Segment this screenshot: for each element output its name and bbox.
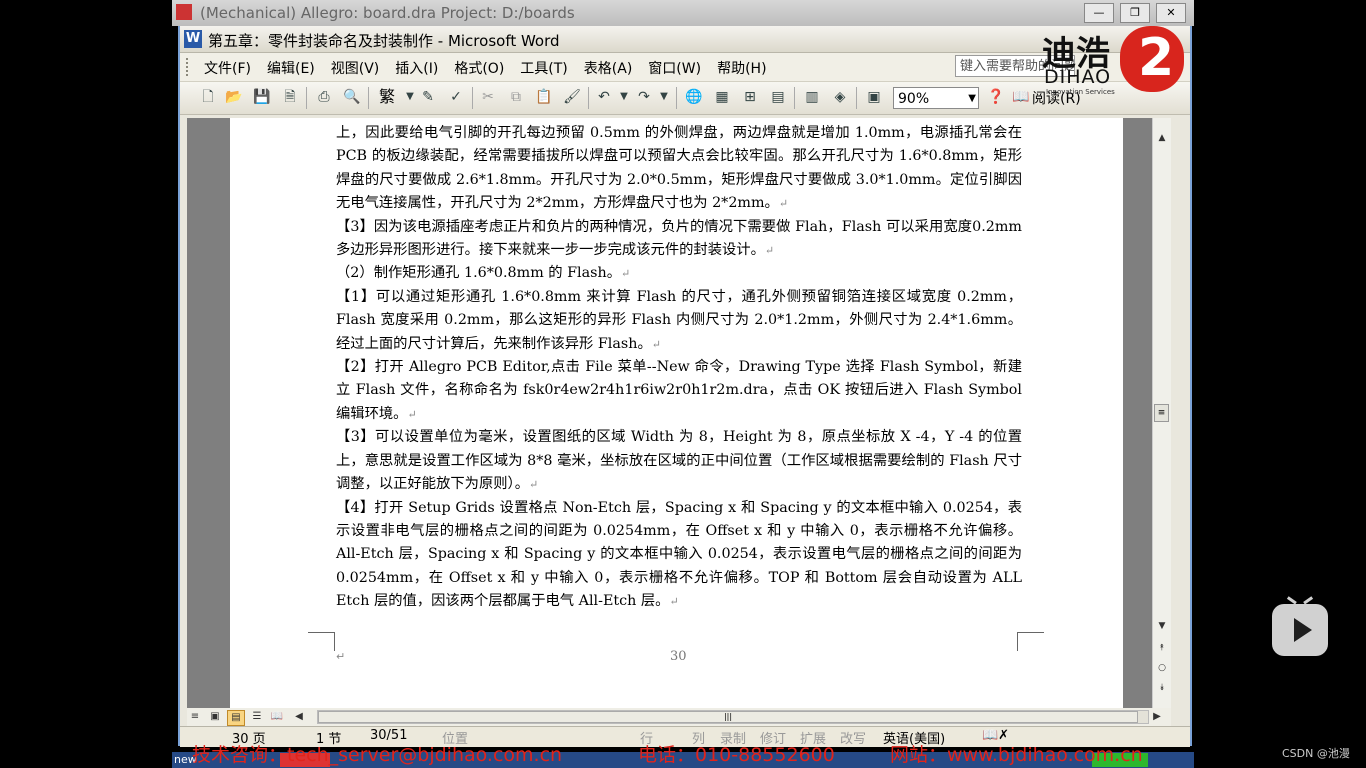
empty-paragraph-mark: ↵ — [336, 650, 346, 663]
scroll-right-icon[interactable]: ▶ — [1149, 710, 1165, 724]
prev-page-icon[interactable]: ⯭ — [1153, 640, 1171, 656]
dihao-logo: 迪浩 DIHAO Innovation Services 2 — [1042, 26, 1184, 116]
paragraph[interactable]: 上，因此要给电气引脚的开孔每边预留 0.5mm 的外侧焊盘，两边焊盘就是增加 1… — [336, 122, 1022, 216]
menu-grip[interactable] — [186, 58, 191, 76]
logo-mark: 2 — [1120, 26, 1184, 92]
drawing-icon[interactable]: ◈ — [830, 87, 850, 107]
document-body[interactable]: 上，因此要给电气引脚的开孔每边预留 0.5mm 的外侧焊盘，两边焊盘就是增加 1… — [336, 122, 1022, 614]
zoom-value: 90% — [898, 91, 930, 107]
menu-view[interactable]: 视图(V) — [323, 58, 388, 78]
preview-icon[interactable]: 🔍 — [342, 87, 362, 107]
horizontal-scroll-track[interactable]: ||| — [317, 710, 1149, 724]
scroll-down-icon[interactable]: ▼ — [1153, 618, 1171, 634]
vertical-scrollbar[interactable]: ▲ ≡ ▼ ⯭ ○ ⯯ — [1152, 118, 1171, 708]
columns-icon[interactable]: ▥ — [802, 87, 822, 107]
contact-email: 技术咨询：tech_server@bjdihao.com.cn — [192, 744, 563, 766]
select-browse-icon[interactable]: ○ — [1153, 660, 1171, 676]
horizontal-scroll-thumb[interactable]: ||| — [318, 711, 1138, 723]
docmap-icon[interactable]: ▣ — [864, 87, 884, 107]
paragraph[interactable]: 【2】打开 Allegro PCB Editor,点击 File 菜单--New… — [336, 356, 1022, 426]
page-number: 30 — [670, 649, 687, 664]
spell-icon[interactable]: ✓ — [446, 87, 466, 107]
insert-table-icon[interactable]: ⊞ — [740, 87, 760, 107]
save-icon[interactable]: 💾 — [252, 87, 272, 107]
video-play-button[interactable] — [1272, 596, 1328, 656]
document-page[interactable]: 上，因此要给电气引脚的开孔每边预留 0.5mm 的外侧焊盘，两边焊盘就是增加 1… — [230, 118, 1123, 708]
web-view-icon[interactable]: ▣ — [207, 710, 223, 724]
close-button[interactable]: ✕ — [1156, 3, 1186, 23]
format-painter-icon[interactable]: 🖌 — [562, 87, 582, 107]
menu-format[interactable]: 格式(O) — [446, 58, 512, 78]
watermark: CSDN @池漫 — [1282, 747, 1350, 760]
paragraph[interactable]: （2）制作矩形通孔 1.6*0.8mm 的 Flash。↵ — [336, 262, 1022, 285]
undo-dropdown-icon[interactable]: ▼ — [614, 87, 634, 107]
scroll-left-icon[interactable]: ◀ — [291, 710, 307, 724]
minimize-button[interactable]: — — [1084, 3, 1114, 23]
word-window: W 第五章：零件封装命名及封装制作 - Microsoft Word 文件(F)… — [178, 26, 1192, 747]
next-page-icon[interactable]: ⯯ — [1153, 680, 1171, 696]
tables-borders-icon[interactable]: ▦ — [712, 87, 732, 107]
paste-icon[interactable]: 📋 — [534, 87, 554, 107]
scroll-thumb[interactable]: ≡ — [1154, 404, 1169, 422]
contact-web: 网站：www.bjdihao.com.cn — [890, 744, 1143, 766]
standard-toolbar: 🗋 📂 💾 🗎 ⎙ 🔍 繁 ▼ ✎ ✓ ✂ ⧉ 📋 🖌 ↶ ▼ ↷ ▼ 🌐 ▦ … — [180, 82, 1190, 115]
zoom-select[interactable]: 90% ▼ — [893, 87, 979, 109]
menu-insert[interactable]: 插入(I) — [387, 58, 446, 78]
print-view-icon[interactable]: ▤ — [227, 710, 245, 726]
title-bar: W 第五章：零件封装命名及封装制作 - Microsoft Word — [180, 26, 1190, 53]
document-area: 上，因此要给电气引脚的开孔每边预留 0.5mm 的外侧焊盘，两边焊盘就是增加 1… — [187, 118, 1171, 708]
undo-icon[interactable]: ↶ — [594, 87, 614, 107]
help-icon[interactable]: ❓ — [986, 87, 1006, 107]
permission-icon[interactable]: 🗎 — [280, 87, 300, 107]
fanti-icon[interactable]: 繁 — [374, 87, 400, 107]
menu-edit[interactable]: 编辑(E) — [259, 58, 323, 78]
outline-view-icon[interactable]: ☰ — [249, 710, 265, 724]
paragraph[interactable]: 【4】打开 Setup Grids 设置格点 Non-Etch 层，Spacin… — [336, 497, 1022, 614]
window-title: 第五章：零件封装命名及封装制作 - Microsoft Word — [208, 32, 560, 50]
insert-excel-icon[interactable]: ▤ — [768, 87, 788, 107]
copy-icon[interactable]: ⧉ — [506, 87, 526, 107]
menu-table[interactable]: 表格(A) — [576, 58, 641, 78]
contact-phone: 电话：010-88552600 — [638, 744, 835, 766]
redo-dropdown-icon[interactable]: ▼ — [654, 87, 674, 107]
fanti-dropdown-icon[interactable]: ▼ — [400, 87, 420, 107]
normal-view-icon[interactable]: ≡ — [187, 710, 203, 724]
menu-bar: 文件(F) 编辑(E) 视图(V) 插入(I) 格式(O) 工具(T) 表格(A… — [180, 53, 1190, 82]
research-icon[interactable]: ✎ — [418, 87, 438, 107]
play-icon — [1294, 618, 1312, 642]
contact-banner: 技术咨询：tech_server@bjdihao.com.cn 电话：010-8… — [192, 740, 1182, 766]
hyperlink-icon[interactable]: 🌐 — [684, 87, 704, 107]
maximize-button[interactable]: ❐ — [1120, 3, 1150, 23]
menu-file[interactable]: 文件(F) — [196, 58, 259, 78]
reading-view-icon[interactable]: 📖 — [269, 710, 285, 724]
paragraph[interactable]: 【3】因为该电源插座考虑正片和负片的两种情况，负片的情况下需要做 Flah，Fl… — [336, 216, 1022, 263]
new-icon[interactable]: 🗋 — [198, 87, 218, 107]
crop-mark-right — [1017, 632, 1044, 651]
menu-window[interactable]: 窗口(W) — [640, 58, 709, 78]
horizontal-scrollbar[interactable]: ≡ ▣ ▤ ☰ 📖 ◀ ||| ▶ — [187, 708, 1171, 726]
menu-help[interactable]: 帮助(H) — [709, 58, 774, 78]
cut-icon[interactable]: ✂ — [478, 87, 498, 107]
open-icon[interactable]: 📂 — [224, 87, 244, 107]
redo-icon[interactable]: ↷ — [634, 87, 654, 107]
allegro-icon — [176, 4, 192, 20]
chevron-down-icon[interactable]: ▼ — [968, 88, 976, 110]
scroll-up-icon[interactable]: ▲ — [1153, 130, 1171, 146]
print-icon[interactable]: ⎙ — [314, 87, 334, 107]
background-allegro-window: (Mechanical) Allegro: board.dra Project:… — [172, 0, 1194, 26]
paragraph[interactable]: 【3】可以设置单位为毫米，设置图纸的区域 Width 为 8，Height 为 … — [336, 426, 1022, 496]
paragraph[interactable]: 【1】可以通过矩形通孔 1.6*0.8mm 来计算 Flash 的尺寸，通孔外侧… — [336, 286, 1022, 356]
read-icon[interactable]: 📖 — [1012, 87, 1029, 107]
background-window-title: (Mechanical) Allegro: board.dra Project:… — [200, 4, 575, 22]
crop-mark-left — [308, 632, 335, 651]
word-icon: W — [184, 30, 202, 48]
menu-tools[interactable]: 工具(T) — [512, 58, 575, 78]
